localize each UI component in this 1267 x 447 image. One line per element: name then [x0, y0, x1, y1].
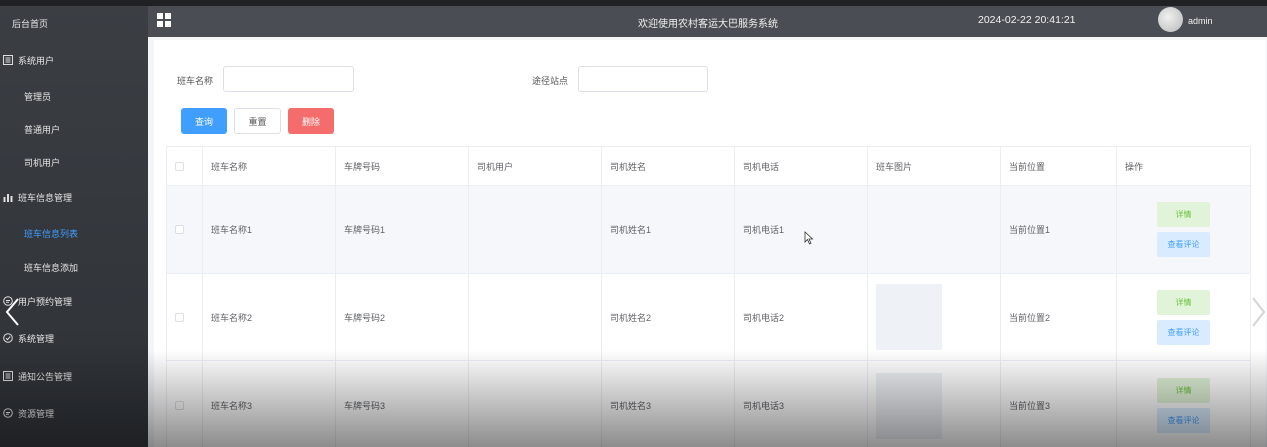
driver-name-cell: 司机姓名1 — [602, 186, 735, 273]
location-cell: 当前位置1 — [1001, 186, 1117, 273]
row-select-cell — [167, 361, 203, 447]
actions-cell: 详情 查看评论 — [1117, 361, 1250, 447]
plate-cell: 车牌号码2 — [336, 274, 469, 360]
column-header[interactable]: 司机电话 — [735, 147, 868, 185]
sidebar-item-normal-users[interactable]: 普通用户 — [24, 123, 60, 136]
menu-grid-icon[interactable] — [157, 13, 171, 27]
select-all-checkbox[interactable] — [175, 161, 184, 171]
list-icon — [3, 55, 13, 65]
driver-phone-cell: 司机电话2 — [735, 274, 868, 360]
column-header[interactable]: 司机姓名 — [602, 147, 735, 185]
bus-image-cell — [868, 186, 1001, 273]
table-row[interactable]: 班车名称2 车牌号码2 司机姓名2 司机电话2 当前位置2 详情 查看评论 — [167, 274, 1250, 361]
table-row[interactable]: 班车名称1 车牌号码1 司机姓名1 司机电话1 当前位置1 详情 查看评论 — [167, 186, 1250, 274]
driver-user-cell — [469, 186, 602, 273]
list-icon — [3, 371, 13, 381]
sidebar-group-system-users[interactable]: 系统用户 — [0, 50, 148, 70]
bus-image-thumbnail[interactable] — [876, 284, 942, 350]
mouse-cursor-icon — [804, 231, 814, 245]
location-cell: 当前位置2 — [1001, 274, 1117, 360]
chat-icon — [3, 408, 13, 418]
driver-phone-cell: 司机电话3 — [735, 361, 868, 447]
sidebar-item-bus-list[interactable]: 班车信息列表 — [24, 227, 78, 240]
avatar[interactable] — [1158, 7, 1183, 32]
sidebar-group-resources[interactable]: 资源管理 — [0, 403, 148, 423]
sidebar-home-link[interactable]: 后台首页 — [12, 17, 48, 30]
table-header-row: 班车名称 车牌号码 司机用户 司机姓名 司机电话 班车图片 当前位置 操作 — [167, 147, 1250, 186]
detail-button[interactable]: 详情 — [1157, 289, 1210, 315]
sidebar-group-label: 通知公告管理 — [18, 371, 73, 382]
username[interactable]: admin — [1188, 16, 1213, 26]
sidebar-item-driver-users[interactable]: 司机用户 — [24, 156, 60, 169]
sidebar-group-notices[interactable]: 通知公告管理 — [0, 366, 148, 386]
station-label: 途径站点 — [532, 76, 569, 86]
top-header: 欢迎使用农村客运大巴服务系统 2024-02-22 20:41:21 admin — [148, 6, 1267, 37]
sidebar-group-system-admin[interactable]: 系统管理 — [0, 328, 148, 348]
bus-image-thumbnail[interactable] — [876, 372, 942, 439]
column-header[interactable]: 班车图片 — [868, 147, 1001, 185]
sidebar-group-label: 班车信息管理 — [18, 192, 73, 203]
view-comments-button[interactable]: 查看评论 — [1157, 232, 1210, 257]
reset-button[interactable]: 重置 — [234, 108, 281, 134]
sidebar-item-bus-add[interactable]: 班车信息添加 — [24, 261, 78, 274]
plate-cell: 车牌号码1 — [336, 186, 469, 273]
bus-table: 班车名称 车牌号码 司机用户 司机姓名 司机电话 班车图片 当前位置 操作 班车… — [166, 146, 1251, 447]
detail-button[interactable]: 详情 — [1157, 378, 1210, 403]
system-title: 欢迎使用农村客运大巴服务系统 — [638, 19, 778, 30]
delete-button[interactable]: 删除 — [288, 108, 334, 134]
row-checkbox[interactable] — [175, 225, 184, 234]
row-select-cell — [167, 186, 203, 273]
detail-button[interactable]: 详情 — [1157, 202, 1210, 227]
sidebar-group-label: 系统用户 — [18, 55, 55, 66]
sidebar-group-label: 系统管理 — [18, 333, 55, 344]
bus-name-input[interactable] — [223, 66, 354, 92]
driver-name-cell: 司机姓名3 — [602, 361, 735, 447]
row-checkbox[interactable] — [175, 401, 184, 410]
bus-image-cell — [868, 274, 1001, 360]
check-circle-icon — [3, 333, 13, 343]
column-header[interactable]: 车牌号码 — [336, 147, 469, 185]
row-select-cell — [167, 274, 203, 360]
driver-user-cell — [469, 274, 602, 360]
bus-name-cell: 班车名称3 — [203, 361, 336, 447]
station-input[interactable] — [578, 66, 708, 92]
actions-cell: 详情 查看评论 — [1117, 186, 1250, 273]
sidebar-group-reservations[interactable]: 用户预约管理 — [0, 291, 148, 311]
table-row[interactable]: 班车名称3 车牌号码3 司机姓名3 司机电话3 当前位置3 详情 查看评论 — [167, 361, 1250, 447]
sidebar: 后台首页 系统用户 管理员 普通用户 司机用户 班车信息管理 班车信息列表 班车… — [0, 6, 148, 447]
view-comments-button[interactable]: 查看评论 — [1157, 408, 1210, 433]
content-panel: 班车名称 途径站点 查询 重置 删除 班车名称 车牌号码 司机用户 司机姓名 司… — [154, 40, 1266, 447]
main-content: 班车名称 途径站点 查询 重置 删除 班车名称 车牌号码 司机用户 司机姓名 司… — [148, 37, 1267, 447]
driver-name-cell: 司机姓名2 — [602, 274, 735, 360]
current-datetime: 2024-02-22 20:41:21 — [978, 14, 1076, 26]
actions-cell: 详情 查看评论 — [1117, 274, 1250, 360]
view-comments-button[interactable]: 查看评论 — [1157, 319, 1210, 345]
driver-phone-cell: 司机电话1 — [735, 186, 868, 273]
sidebar-group-bus-info[interactable]: 班车信息管理 — [0, 187, 148, 207]
query-button[interactable]: 查询 — [181, 108, 227, 134]
column-header[interactable]: 当前位置 — [1001, 147, 1117, 185]
chevron-right-icon[interactable] — [1249, 296, 1267, 328]
sidebar-group-label: 用户预约管理 — [18, 296, 73, 307]
bus-name-label: 班车名称 — [177, 76, 214, 86]
bus-image-cell — [868, 361, 1001, 447]
column-header[interactable]: 班车名称 — [203, 147, 336, 185]
column-header: 操作 — [1125, 161, 1144, 172]
sidebar-item-admin[interactable]: 管理员 — [24, 90, 51, 103]
bus-name-cell: 班车名称1 — [203, 186, 336, 273]
select-all-cell — [167, 147, 203, 185]
row-checkbox[interactable] — [175, 312, 184, 322]
chevron-left-icon[interactable] — [4, 297, 22, 327]
bar-chart-icon — [3, 192, 13, 202]
driver-user-cell — [469, 361, 602, 447]
sidebar-group-label: 资源管理 — [18, 408, 55, 419]
plate-cell: 车牌号码3 — [336, 361, 469, 447]
bus-name-cell: 班车名称2 — [203, 274, 336, 360]
column-header[interactable]: 司机用户 — [469, 147, 602, 185]
location-cell: 当前位置3 — [1001, 361, 1117, 447]
